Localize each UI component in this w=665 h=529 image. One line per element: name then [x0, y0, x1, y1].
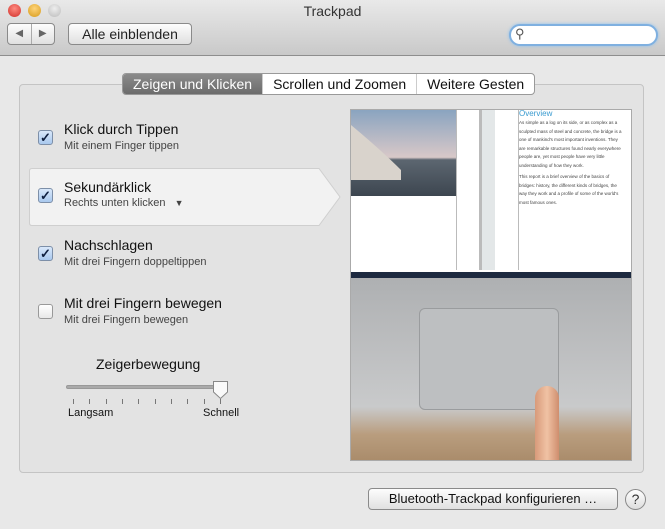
tab-zeigen-und-klicken[interactable]: Zeigen und Klicken	[123, 74, 264, 94]
option-label: Klick durch Tippen	[64, 121, 179, 137]
option-label: Mit drei Fingern bewegen	[64, 295, 222, 311]
slider-tick	[187, 399, 189, 404]
finger-image	[535, 386, 559, 460]
tab-bar: Zeigen und Klicken Scrollen und Zoomen W…	[122, 73, 536, 95]
forward-icon[interactable]: ▶	[32, 24, 55, 44]
bridge-image	[351, 125, 401, 180]
slider-thumb[interactable]	[212, 380, 229, 400]
option-label: Nachschlagen	[64, 237, 153, 253]
bluetooth-trackpad-button[interactable]: Bluetooth-Trackpad konfigurieren …	[368, 488, 618, 510]
title-bar: Trackpad ◀ ▶ Alle einblenden ⚲	[0, 0, 665, 56]
tab-weitere-gesten[interactable]: Weitere Gesten	[417, 74, 534, 94]
slider-tick	[122, 399, 123, 404]
slider-min-label: Langsam	[68, 407, 114, 419]
bridge-photo	[351, 110, 456, 196]
tab-scrollen-und-zoomen[interactable]: Scrollen und Zoomen	[263, 74, 418, 94]
option-sub: Mit drei Fingern doppeltippen	[64, 256, 207, 268]
slider-tick	[73, 399, 74, 404]
checkbox-klick-durch-tippen[interactable]: ✓	[38, 130, 53, 145]
chevron-down-icon: ▼	[174, 198, 184, 208]
show-all-button[interactable]: Alle einblenden	[68, 23, 192, 45]
slider-tick	[203, 399, 205, 404]
popup-value: Rechts unten klicken	[64, 197, 166, 209]
option-sub: Mit einem Finger tippen	[64, 140, 179, 152]
slider-tick	[171, 399, 172, 404]
window-title: Trackpad	[303, 3, 362, 19]
preview-paragraph: As simple as a log on its side, or as co…	[519, 120, 622, 168]
slider-tick	[154, 399, 156, 404]
checkbox-drei-finger-bewegen[interactable]	[38, 304, 53, 319]
back-icon[interactable]: ◀	[8, 24, 32, 44]
option-sub: Mit drei Fingern bewegen	[64, 314, 189, 326]
slider-title: Zeigerbewegung	[96, 356, 201, 372]
back-forward-control[interactable]: ◀ ▶	[7, 23, 55, 45]
slider-tick	[105, 399, 107, 404]
checkbox-nachschlagen[interactable]: ✓	[38, 246, 53, 261]
slider-tick	[138, 399, 140, 404]
preview-paragraph: This report is a brief overview of the b…	[519, 174, 619, 205]
help-button[interactable]: ?	[625, 489, 646, 510]
slider-tick	[89, 399, 91, 404]
search-input[interactable]: ⚲	[509, 24, 658, 46]
preview-heading: Overview	[519, 109, 553, 118]
checkbox-sekundaerklick[interactable]: ✓	[38, 188, 53, 203]
slider-max-label: Schnell	[203, 407, 240, 419]
gesture-preview-video: Overview As simple as a log on its side,…	[350, 109, 632, 461]
option-label: Sekundärklick	[64, 179, 152, 195]
secondary-click-popup[interactable]: Rechts unten klicken ▼	[64, 197, 183, 209]
search-icon: ⚲	[515, 26, 525, 41]
tracking-speed-slider[interactable]	[66, 385, 224, 389]
